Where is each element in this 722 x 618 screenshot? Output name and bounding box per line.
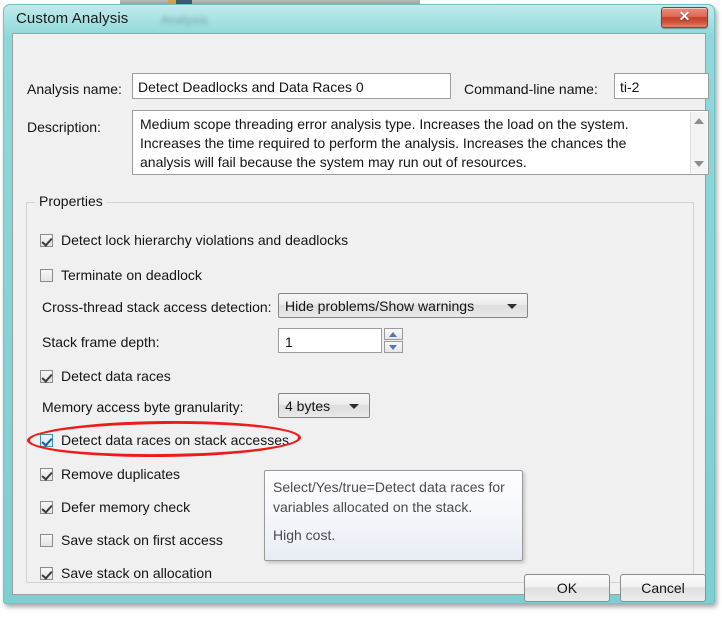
command-line-name-input[interactable]: [614, 73, 709, 99]
analysis-name-input[interactable]: [132, 73, 451, 99]
checkbox-label: Terminate on deadlock: [61, 267, 202, 283]
checkbox-row-defer-memory-check[interactable]: Defer memory check: [40, 497, 190, 517]
properties-legend: Properties: [35, 193, 107, 209]
checkbox-label: Detect lock hierarchy violations and dea…: [61, 232, 349, 248]
tooltip-popup: Select/Yes/true=Detect data races for va…: [264, 470, 523, 561]
tooltip-line-1: Select/Yes/true=Detect data races for va…: [273, 479, 505, 515]
scroll-down-arrow-icon[interactable]: [694, 161, 704, 167]
checkbox-row-remove-duplicates[interactable]: Remove duplicates: [40, 464, 180, 484]
checkbox-remove-duplicates[interactable]: [40, 467, 53, 481]
command-line-name-label: Command-line name:: [464, 81, 598, 97]
checkbox-label: Detect data races: [61, 368, 171, 384]
checkbox-terminate-on-deadlock[interactable]: [40, 268, 53, 282]
combobox-value: Hide problems/Show warnings: [285, 297, 475, 314]
dialog-client-area: Analysis name: Command-line name: Descri…: [12, 33, 709, 595]
checkbox-row-terminate-on-deadlock[interactable]: Terminate on deadlock: [40, 265, 202, 285]
ok-button[interactable]: OK: [524, 574, 610, 602]
combobox-value: 4 bytes: [285, 397, 331, 414]
checkbox-detect-data-races[interactable]: [40, 369, 53, 383]
checkbox-label: Remove duplicates: [61, 466, 181, 482]
cross-thread-detection-label: Cross-thread stack access detection:: [42, 299, 272, 315]
checkbox-row-detect-data-races-stack[interactable]: Detect data races on stack accesses: [40, 430, 289, 450]
checkbox-detect-lock-hierarchy[interactable]: [40, 233, 53, 247]
checkbox-save-stack-on-allocation[interactable]: [40, 566, 53, 580]
chevron-down-icon: [349, 404, 359, 409]
checkbox-label: Save stack on allocation: [61, 565, 212, 581]
checkbox-row-save-stack-first-access[interactable]: Save stack on first access: [40, 530, 223, 550]
chevron-down-icon: [507, 304, 517, 309]
description-label: Description:: [27, 119, 101, 135]
close-icon[interactable]: ✕: [661, 7, 708, 28]
description-textarea[interactable]: Medium scope threading error analysis ty…: [132, 110, 709, 175]
window-title: Custom Analysis: [16, 10, 129, 27]
close-glyph: ✕: [678, 10, 691, 25]
checkbox-row-save-stack-allocation[interactable]: Save stack on allocation: [40, 563, 212, 583]
stepper-increment-icon[interactable]: [384, 328, 403, 340]
checkbox-detect-data-races-on-stack-accesses[interactable]: [40, 433, 53, 447]
stepper-decrement-icon[interactable]: [384, 341, 403, 353]
checkbox-label: Save stack on first access: [61, 532, 223, 548]
stack-frame-depth-stepper[interactable]: [278, 328, 403, 353]
description-scrollbar[interactable]: [690, 112, 707, 173]
checkbox-label: Detect data races on stack accesses: [61, 432, 289, 448]
tooltip-spacer: [273, 517, 514, 525]
scroll-up-arrow-icon[interactable]: [694, 118, 704, 124]
checkbox-row-detect-lock-hierarchy[interactable]: Detect lock hierarchy violations and dea…: [40, 230, 348, 250]
memory-granularity-label: Memory access byte granularity:: [42, 399, 244, 415]
stack-frame-depth-input[interactable]: [278, 328, 382, 353]
custom-analysis-dialog: Custom Analysis Analysis ✕ Analysis name…: [3, 4, 715, 604]
cancel-button[interactable]: Cancel: [620, 574, 706, 602]
description-text: Medium scope threading error analysis ty…: [140, 116, 629, 170]
stepper-buttons[interactable]: [384, 328, 403, 353]
analysis-name-label: Analysis name:: [27, 81, 122, 97]
checkbox-defer-memory-check[interactable]: [40, 500, 53, 514]
stack-frame-depth-label: Stack frame depth:: [42, 334, 160, 350]
tooltip-line-2: High cost.: [273, 527, 336, 543]
memory-granularity-combobox[interactable]: 4 bytes: [278, 393, 370, 418]
checkbox-row-detect-data-races[interactable]: Detect data races: [40, 366, 171, 386]
checkbox-label: Defer memory check: [61, 499, 191, 515]
titlebar-watermark: Analysis: [161, 13, 209, 27]
checkbox-save-stack-on-first-access[interactable]: [40, 533, 53, 547]
cross-thread-detection-combobox[interactable]: Hide problems/Show warnings: [278, 293, 528, 318]
